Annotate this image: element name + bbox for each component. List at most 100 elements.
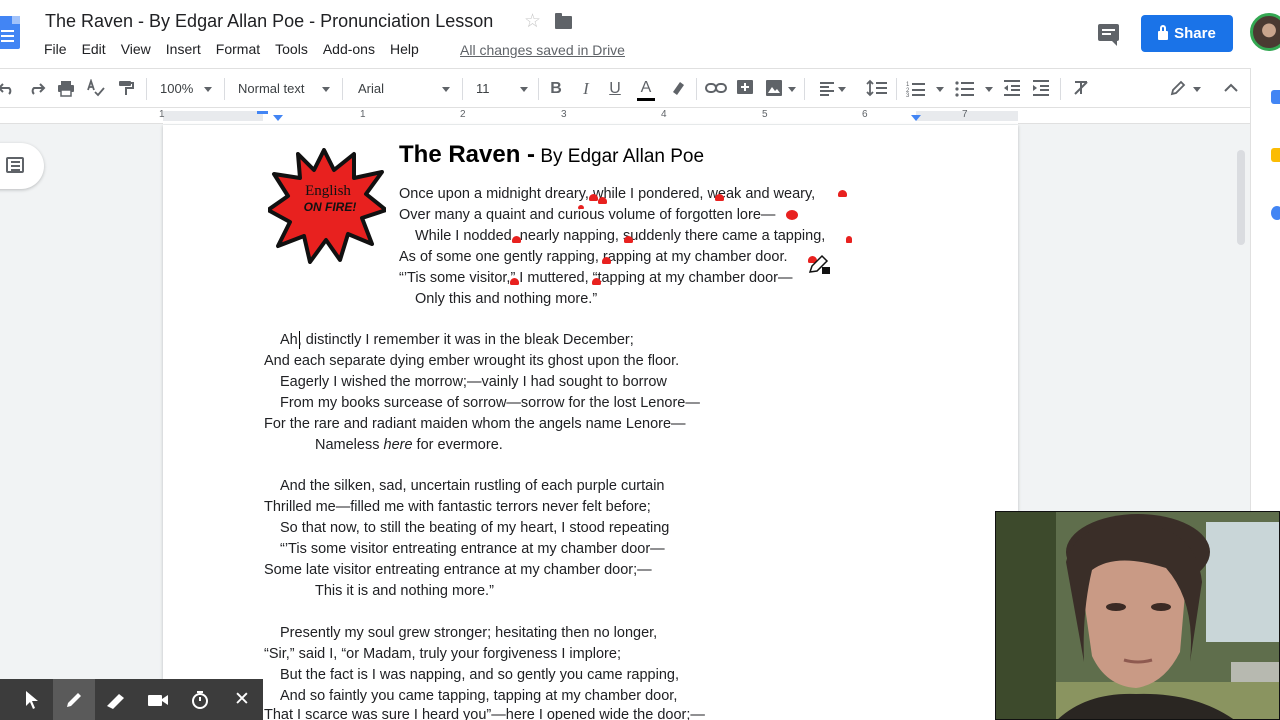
keep-icon[interactable] [1271, 148, 1280, 162]
font-size-select[interactable]: 11 [476, 79, 500, 99]
poem-title-dash: - [520, 141, 536, 168]
print-icon[interactable] [56, 79, 76, 99]
share-button[interactable]: Share [1141, 15, 1233, 52]
chevron-down-icon [936, 87, 944, 92]
logo-text-on-fire: ON FIRE! [304, 200, 357, 214]
menu-help[interactable]: Help [390, 41, 419, 57]
spellcheck-icon[interactable] [86, 78, 106, 99]
scrollbar-thumb[interactable] [1237, 150, 1245, 245]
poem-line[interactable]: While I nodded, nearly napping, suddenly… [415, 227, 825, 245]
close-icon[interactable]: ✕ [221, 679, 263, 720]
poem-line[interactable]: So that now, to still the beating of my … [280, 519, 669, 537]
poem-line[interactable]: But the fact is I was napping, and so ge… [280, 666, 679, 684]
document-outline-button[interactable] [0, 143, 44, 189]
star-icon[interactable]: ☆ [524, 11, 541, 33]
poem-line[interactable]: Once upon a midnight dreary, while I pon… [399, 185, 815, 203]
poem-line[interactable]: Presently my soul grew stronger; hesitat… [280, 624, 657, 642]
italic-button[interactable]: I [578, 79, 594, 99]
menu-bar: File Edit View Insert Format Tools Add-o… [44, 41, 434, 57]
avatar[interactable] [1250, 13, 1280, 51]
pen-cursor-icon [808, 254, 834, 276]
menu-format[interactable]: Format [216, 41, 260, 57]
numbered-list-icon[interactable]: 123 [906, 79, 926, 99]
right-indent-handle[interactable] [911, 115, 921, 121]
decrease-indent-icon[interactable] [1002, 79, 1022, 99]
toolbar-divider [696, 78, 697, 100]
poem-line[interactable]: Only this and nothing more.” [415, 290, 597, 308]
chevron-up-icon[interactable] [1221, 79, 1241, 99]
poem-line[interactable]: That I scarce was sure I heard you”—here… [264, 706, 705, 720]
document-title[interactable]: The Raven - By Edgar Allan Poe - Pronunc… [45, 11, 493, 32]
zoom-select[interactable]: 100% [160, 79, 200, 99]
poem-line[interactable]: Some late visitor entreating entrance at… [264, 561, 652, 579]
poem-line[interactable]: Eagerly I wished the morrow;—vainly I ha… [280, 373, 667, 391]
poem-line[interactable]: And so faintly you came tapping, tapping… [280, 687, 677, 705]
folder-icon[interactable] [555, 13, 572, 29]
ruler-number: 1 [159, 109, 165, 120]
poem-line[interactable]: Over many a quaint and curious volume of… [399, 206, 775, 224]
pen-icon[interactable] [53, 679, 95, 720]
toolbar-divider [224, 78, 225, 100]
insert-image-icon[interactable] [764, 79, 784, 99]
chevron-down-icon [1193, 87, 1201, 92]
toolbar-divider [146, 78, 147, 100]
poem-line[interactable]: Nameless here for evermore. [315, 436, 503, 454]
calendar-icon[interactable] [1271, 90, 1280, 104]
poem-line[interactable]: For the rare and radiant maiden whom the… [264, 415, 686, 433]
left-indent-handle[interactable] [273, 115, 283, 121]
editing-mode-icon[interactable] [1168, 79, 1188, 99]
clear-formatting-icon[interactable] [1071, 79, 1091, 99]
poem-line[interactable]: “Sir,” said I, “or Madam, truly your for… [264, 645, 621, 663]
poem-line[interactable]: This it is and nothing more.” [315, 582, 494, 600]
tasks-icon[interactable] [1271, 206, 1280, 220]
undo-icon[interactable] [0, 79, 16, 99]
ink-mark [846, 236, 852, 243]
menu-addons[interactable]: Add-ons [323, 41, 375, 57]
first-line-indent-handle[interactable] [257, 111, 268, 114]
ink-mark [510, 278, 519, 285]
comments-icon[interactable] [1098, 24, 1119, 46]
link-icon[interactable] [705, 79, 727, 99]
pointer-icon[interactable] [11, 679, 53, 720]
ink-mark [578, 205, 584, 209]
menu-tools[interactable]: Tools [275, 41, 308, 57]
docs-icon[interactable] [0, 16, 20, 49]
poem-line[interactable]: And the silken, sad, uncertain rustling … [280, 477, 664, 495]
redo-icon[interactable] [27, 79, 47, 99]
line-spacing-icon[interactable] [866, 79, 888, 99]
poem-line[interactable]: And each separate dying ember wrought it… [264, 352, 679, 370]
camera-icon[interactable] [137, 679, 179, 720]
poem-line[interactable]: Ah, distinctly I remember it was in the … [280, 331, 634, 349]
highlighter-icon[interactable] [95, 679, 137, 720]
ruler-number: 1 [360, 109, 366, 120]
ink-mark [715, 194, 724, 201]
poem-line[interactable]: “’Tis some visitor entreating entrance a… [280, 540, 665, 558]
poem-line[interactable]: From my books surcease of sorrow—sorrow … [280, 394, 700, 412]
increase-indent-icon[interactable] [1031, 79, 1051, 99]
bold-button[interactable]: B [548, 79, 564, 99]
underline-button[interactable]: U [607, 79, 623, 99]
ruler[interactable]: 1 1 2 3 4 5 6 7 [0, 108, 1250, 124]
paint-format-icon[interactable] [116, 79, 136, 99]
webcam-overlay [995, 511, 1280, 720]
paragraph-style-select[interactable]: Normal text [238, 79, 318, 99]
ink-mark [786, 210, 798, 220]
toolbar-divider [462, 78, 463, 100]
svg-text:3: 3 [906, 93, 910, 97]
menu-file[interactable]: File [44, 41, 67, 57]
menu-edit[interactable]: Edit [82, 41, 106, 57]
timer-icon[interactable] [179, 679, 221, 720]
text-color-button[interactable]: A [637, 79, 655, 101]
chevron-down-icon [204, 87, 212, 92]
add-comment-icon[interactable] [736, 79, 754, 99]
toolbar-divider [342, 78, 343, 100]
poem-line[interactable]: As of some one gently rapping, rapping a… [399, 248, 788, 266]
font-select[interactable]: Arial [358, 79, 428, 99]
menu-insert[interactable]: Insert [166, 41, 201, 57]
poem-line[interactable]: Thrilled me—filled me with fantastic ter… [264, 498, 651, 516]
bulleted-list-icon[interactable] [955, 79, 975, 99]
menu-view[interactable]: View [121, 41, 151, 57]
align-icon[interactable] [817, 79, 837, 99]
save-status-link[interactable]: All changes saved in Drive [460, 42, 625, 58]
highlight-icon[interactable] [668, 79, 688, 99]
